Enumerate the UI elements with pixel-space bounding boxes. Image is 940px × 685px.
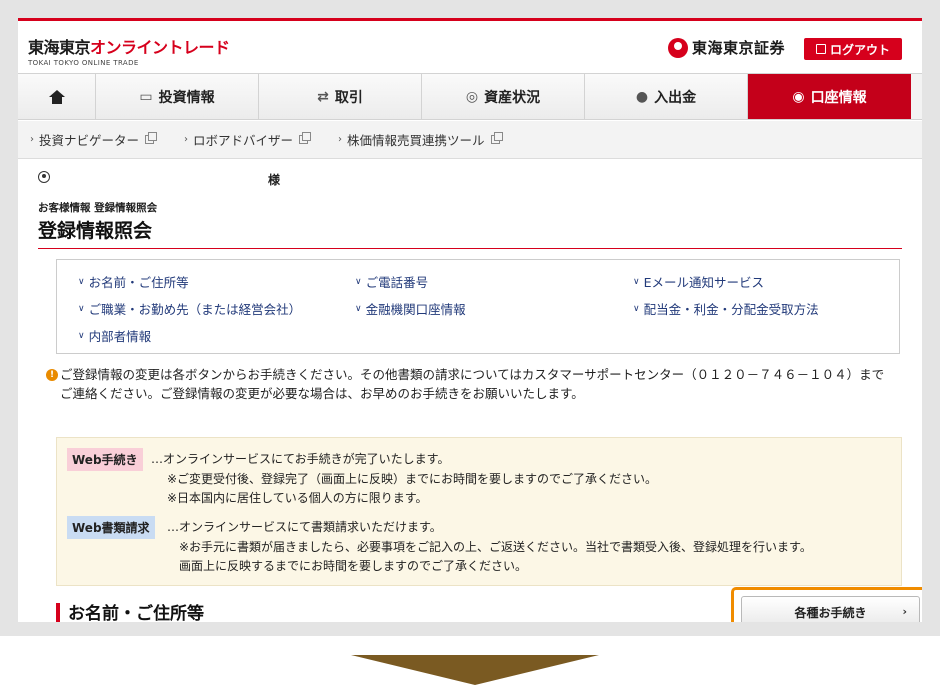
link-dividend-method[interactable]: ∨ 配当金・利金・分配金受取方法 xyxy=(633,299,819,318)
chevron-down-icon: ∨ xyxy=(633,276,640,287)
subnav-investment-navigator[interactable]: › 投資ナビゲーター xyxy=(30,130,158,149)
logo-text-dark: 東海東京 xyxy=(28,38,91,57)
notice: ! ご登録情報の変更は各ボタンからお手続きください。その他書類の請求についてはカ… xyxy=(46,365,910,403)
chevron-down-icon: ∨ xyxy=(355,303,362,314)
link-phone[interactable]: ∨ ご電話番号 xyxy=(355,272,428,291)
nav-label: 資産状況 xyxy=(484,89,541,106)
subnav-label: 株価情報売買連携ツール xyxy=(347,133,485,148)
subnav-label: ロボアドバイザー xyxy=(193,133,294,148)
header: 東海東京オンライントレード TOKAI TOKYO ONLINE TRADE 東… xyxy=(18,21,922,73)
logout-icon xyxy=(815,44,826,54)
site-logo[interactable]: 東海東京オンライントレード TOKAI TOKYO ONLINE TRADE xyxy=(28,34,230,67)
brand-mark-icon xyxy=(668,37,688,58)
procedures-button-label: 各種お手続き xyxy=(794,605,867,620)
notice-line-1: ご登録情報の変更は各ボタンからお手続きください。その他書類の請求についてはカスタ… xyxy=(60,367,885,382)
nav-trade[interactable]: ⇄ 取引 xyxy=(259,74,422,119)
link-label: ご電話番号 xyxy=(365,275,429,290)
title-divider xyxy=(38,248,902,249)
link-bank-account[interactable]: ∨ 金融機関口座情報 xyxy=(355,299,466,318)
warning-icon: ! xyxy=(46,369,58,381)
brand-name: 東海東京証券 xyxy=(692,39,786,57)
down-arrow-icon xyxy=(351,655,599,685)
chevron-down-icon: ∨ xyxy=(78,330,85,341)
coins-icon: ◎ xyxy=(465,88,479,105)
person-icon: ◉ xyxy=(792,88,805,105)
notice-line-2: ご連絡ください。ご登録情報の変更が必要な場合は、お早めのお手続きをお願いいたしま… xyxy=(60,386,584,401)
web-procedure-note-2: ※日本国内に居住している個人の方に限ります。 xyxy=(167,491,428,505)
user-line: 様 xyxy=(38,171,280,187)
nav-home[interactable] xyxy=(18,74,96,119)
chevron-right-icon: › xyxy=(184,134,189,145)
logo-text-red: オンライントレード xyxy=(90,38,230,57)
subnav-robo-advisor[interactable]: › ロボアドバイザー xyxy=(184,130,312,149)
chevron-down-icon: ∨ xyxy=(633,303,640,314)
logo-text: 東海東京オンライントレード xyxy=(28,34,230,58)
external-window-icon xyxy=(145,132,158,144)
web-procedure-text: …オンラインサービスにてお手続きが完了いたします。 xyxy=(151,452,450,466)
anchor-links-box: ∨ お名前・ご住所等 ∨ ご電話番号 ∨ Eメール通知サービス ∨ ご職業・お勤め先（ま… xyxy=(56,259,900,354)
logout-label: ログアウト xyxy=(829,42,890,57)
web-procedure-tag: Web手続き xyxy=(67,448,143,471)
procedures-button[interactable]: 各種お手続き › xyxy=(741,596,920,622)
external-window-icon xyxy=(299,132,312,144)
info-box: Web手続き …オンラインサービスにてお手続きが完了いたします。 ※ご変更受付後… xyxy=(56,437,902,586)
doc-request-note-2: 画面上に反映するまでにお時間を要しますのでご了承ください。 xyxy=(179,559,528,573)
link-occupation[interactable]: ∨ ご職業・お勤め先（または経営会社） xyxy=(78,299,301,318)
page-title: 登録情報照会 xyxy=(38,220,153,242)
user-icon xyxy=(38,171,50,183)
nav-label: 口座情報 xyxy=(810,89,867,106)
logout-button[interactable]: ログアウト xyxy=(804,38,902,60)
nav-deposit-withdraw[interactable]: ● 入出金 xyxy=(585,74,748,119)
chevron-right-icon: › xyxy=(338,134,343,145)
doc-request-note-1: ※お手元に書類が届きましたら、必要事項をご記入の上、ご返送ください。当社で書類受… xyxy=(179,540,812,554)
bag-icon: ● xyxy=(635,88,649,105)
web-document-request-tag: Web書類請求 xyxy=(67,516,155,539)
sub-nav: › 投資ナビゲーター › ロボアドバイザー › 株価情報売買連携ツール xyxy=(18,121,922,159)
chevron-down-icon: ∨ xyxy=(355,276,362,287)
link-insider-info[interactable]: ∨ 内部者情報 xyxy=(78,326,151,345)
link-label: 金融機関口座情報 xyxy=(365,302,466,317)
nav-label: 取引 xyxy=(334,89,363,106)
nav-label: 入出金 xyxy=(654,89,697,106)
subnav-label: 投資ナビゲーター xyxy=(39,133,140,148)
link-email-notification[interactable]: ∨ Eメール通知サービス xyxy=(633,272,764,291)
home-icon xyxy=(48,89,65,104)
chevron-right-icon: › xyxy=(902,605,907,618)
nav-investment-info[interactable]: ▭ 投資情報 xyxy=(96,74,259,119)
chevron-down-icon: ∨ xyxy=(78,303,85,314)
link-label: 内部者情報 xyxy=(88,329,152,344)
nav-assets[interactable]: ◎ 資産状況 xyxy=(422,74,585,119)
link-label: 配当金・利金・分配金受取方法 xyxy=(643,302,819,317)
link-name-address[interactable]: ∨ お名前・ご住所等 xyxy=(78,272,189,291)
breadcrumb: お客様情報 登録情報照会 xyxy=(38,202,158,214)
link-label: お名前・ご住所等 xyxy=(88,275,189,290)
doc-request-text: …オンラインサービスにて書類請求いただけます。 xyxy=(167,520,442,534)
subnav-price-tool[interactable]: › 株価情報売買連携ツール xyxy=(338,130,503,149)
brand-logo: 東海東京証券 xyxy=(668,37,785,58)
trade-icon: ⇄ xyxy=(317,88,329,105)
link-label: Eメール通知サービス xyxy=(643,275,764,290)
main-content: 様 お客様情報 登録情報照会 登録情報照会 ∨ お名前・ご住所等 ∨ ご電話番号 ∨… xyxy=(30,159,922,622)
external-window-icon xyxy=(490,132,503,144)
section-title-name-address: お名前・ご住所等 xyxy=(56,603,204,622)
user-honorific: 様 xyxy=(268,173,281,187)
chevron-down-icon: ∨ xyxy=(78,276,85,287)
page: 東海東京オンライントレード TOKAI TOKYO ONLINE TRADE 東… xyxy=(18,18,922,622)
chevron-right-icon: › xyxy=(30,134,34,145)
web-procedure-note-1: ※ご変更受付後、登録完了（画面上に反映）までにお時間を要しますのでご了承ください… xyxy=(167,472,658,486)
logo-subtitle: TOKAI TOKYO ONLINE TRADE xyxy=(28,59,139,67)
nav-label: 投資情報 xyxy=(158,89,215,106)
link-label: ご職業・お勤め先（または経営会社） xyxy=(88,302,302,317)
chart-icon: ▭ xyxy=(139,88,153,105)
nav-account-info[interactable]: ◉ 口座情報 xyxy=(748,74,911,119)
main-nav: ▭ 投資情報 ⇄ 取引 ◎ 資産状況 ● 入出金 ◉ 口座情報 xyxy=(18,73,922,120)
